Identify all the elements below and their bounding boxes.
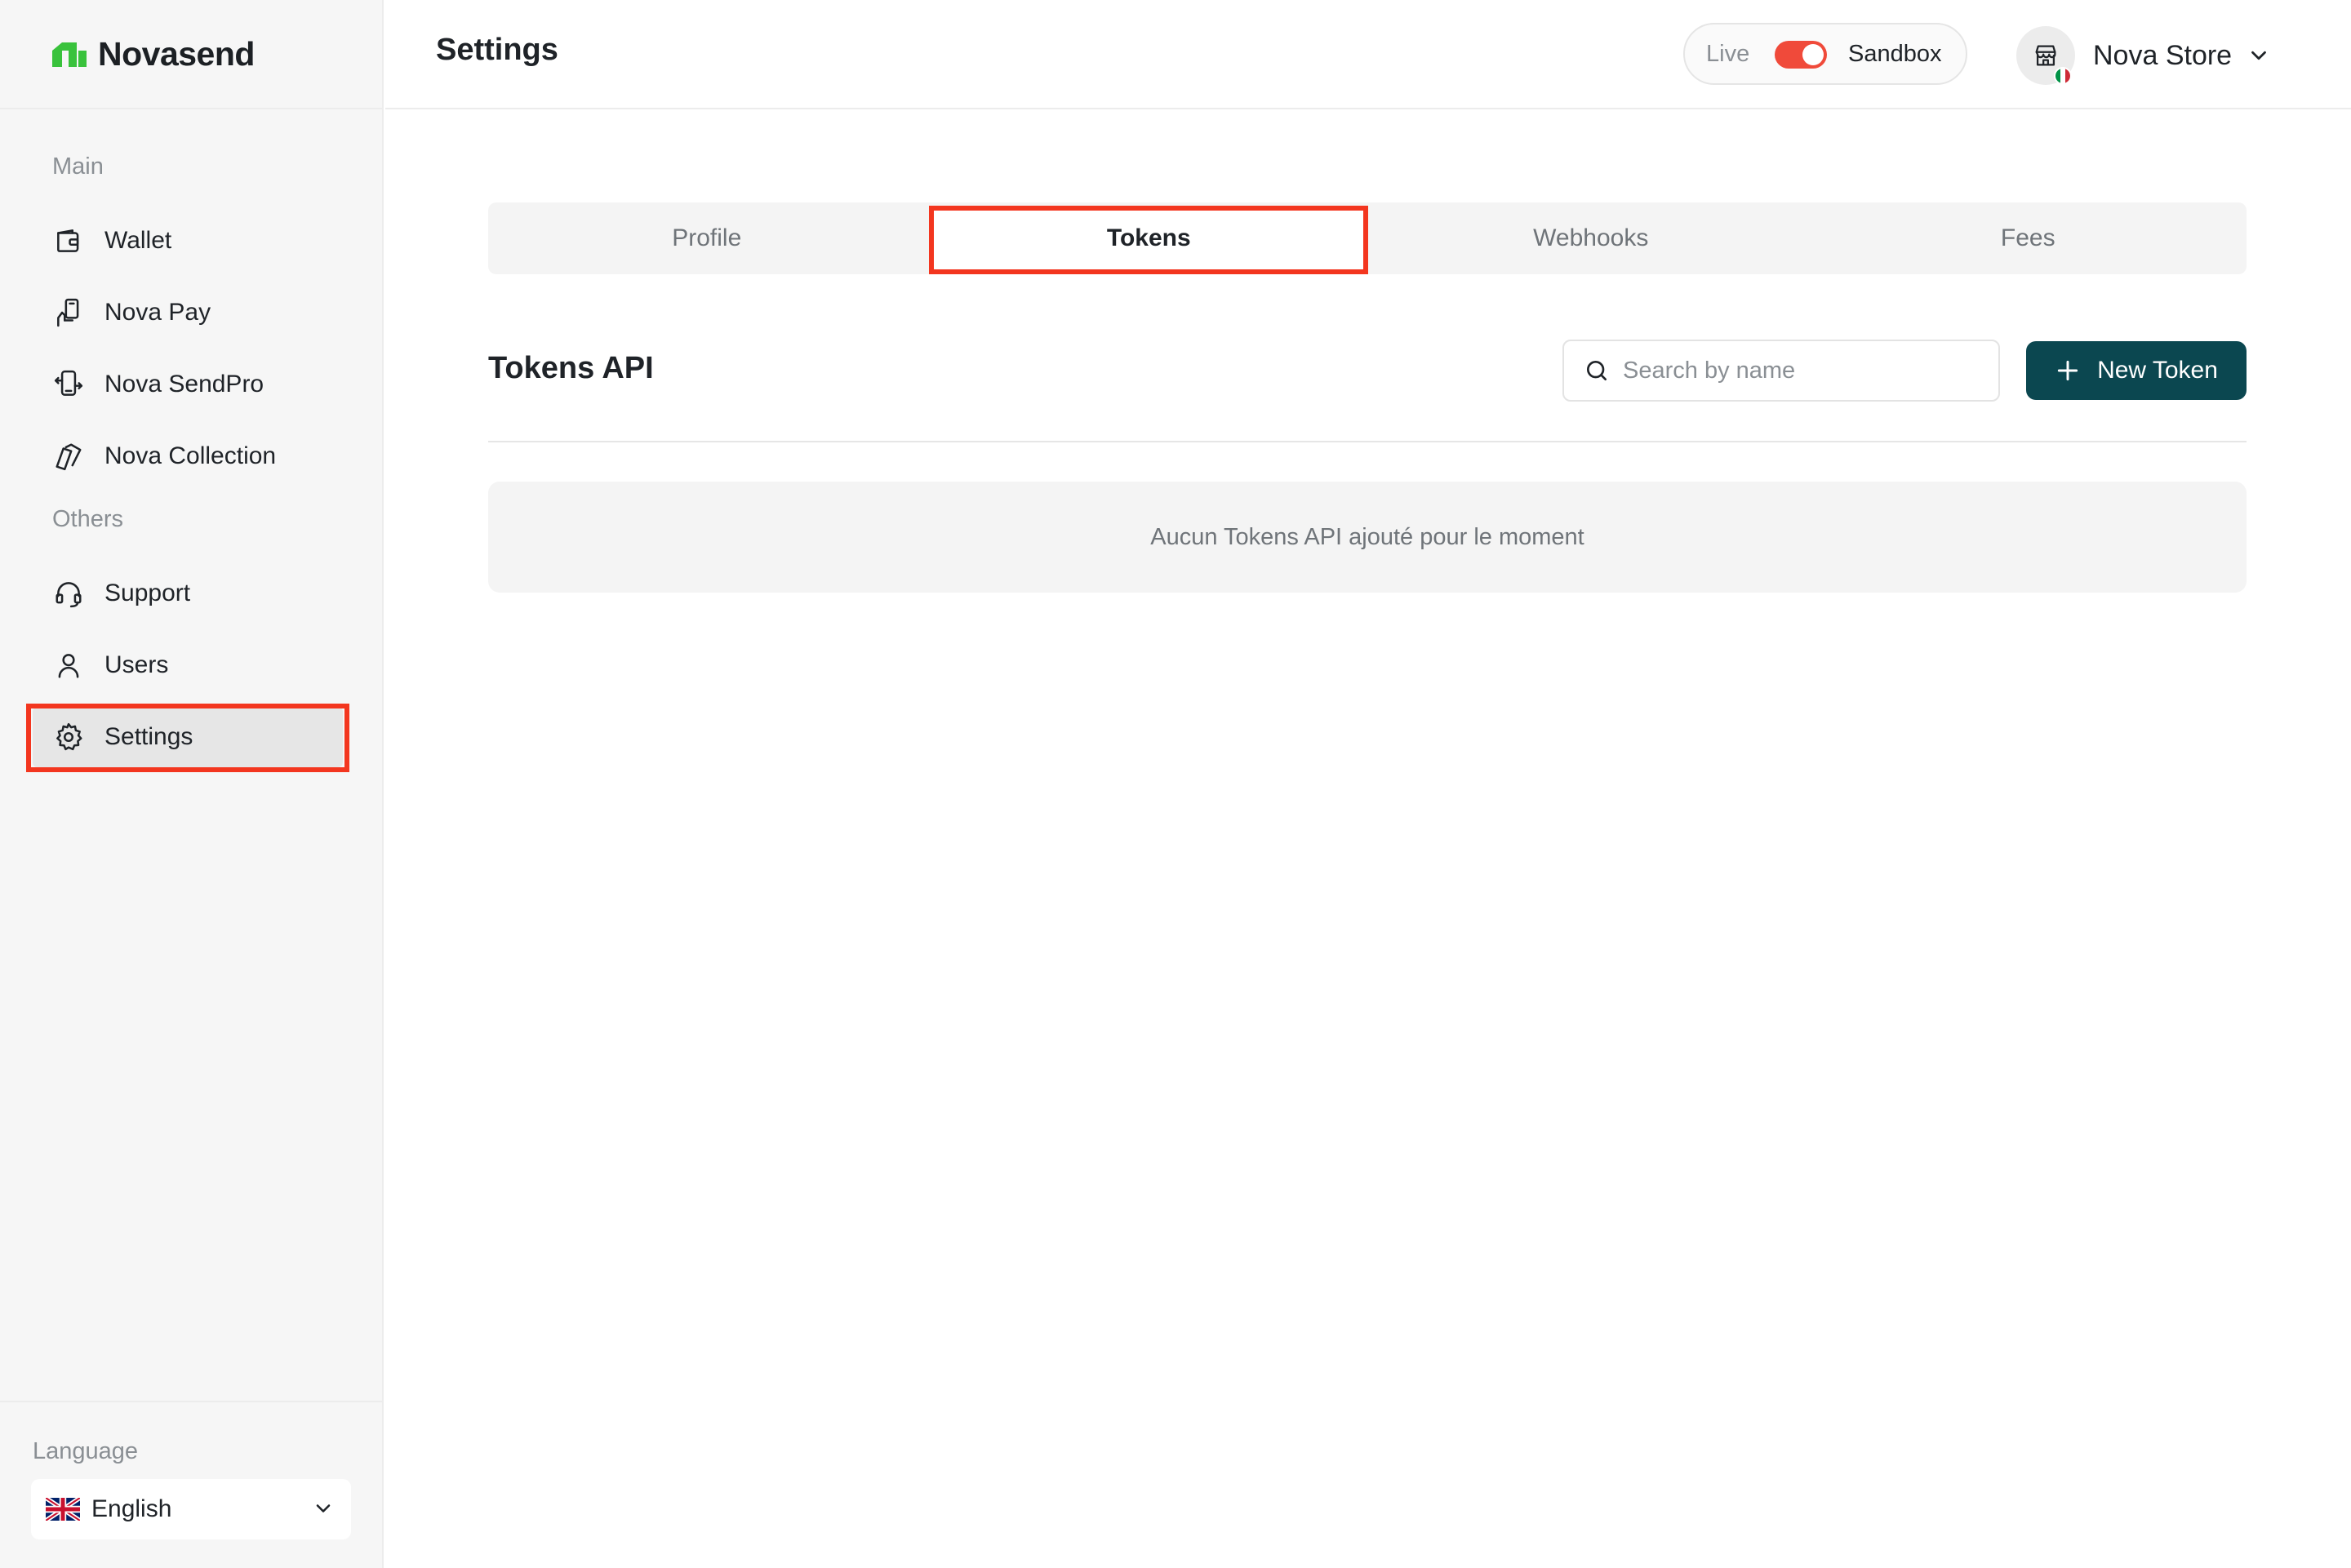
sidebar-item-nova-collection[interactable]: Nova Collection xyxy=(33,426,343,486)
language-label: Language xyxy=(33,1438,139,1464)
novasend-logo-icon xyxy=(52,42,87,67)
empty-state: Aucun Tokens API ajouté pour le moment xyxy=(488,482,2247,593)
language-select[interactable]: English xyxy=(31,1479,351,1539)
divider xyxy=(488,441,2247,442)
section-label-main: Main xyxy=(52,153,104,180)
sidebar-item-wallet[interactable]: Wallet xyxy=(33,211,343,271)
language-selected: English xyxy=(91,1495,172,1522)
search-box xyxy=(1562,340,2000,402)
sidebar-item-users[interactable]: Users xyxy=(33,635,343,695)
wallet-icon xyxy=(52,224,85,257)
cards-icon xyxy=(52,440,85,473)
italy-flag-icon xyxy=(2054,67,2072,85)
avatar xyxy=(2016,26,2075,85)
new-token-button[interactable]: New Token xyxy=(2026,341,2247,400)
user-icon xyxy=(52,649,85,682)
search-icon xyxy=(1587,361,1607,380)
transfer-icon xyxy=(52,368,85,401)
store-icon xyxy=(2035,45,2056,66)
env-switch-knob xyxy=(1802,44,1824,65)
sidebar-item-label: Users xyxy=(104,651,169,678)
empty-state-message: Aucun Tokens API ajouté pour le moment xyxy=(1150,523,1584,550)
tab-profile[interactable]: Profile xyxy=(488,202,926,274)
section-title: Tokens API xyxy=(488,351,654,385)
sidebar-item-label: Nova Collection xyxy=(104,442,277,469)
sidebar-item-support[interactable]: Support xyxy=(33,563,343,624)
brand-name: Novasend xyxy=(98,34,255,73)
brand[interactable]: Novasend xyxy=(0,0,384,109)
page-title: Settings xyxy=(436,33,558,67)
env-switch[interactable] xyxy=(1775,41,1827,69)
store-switcher[interactable]: Nova Store xyxy=(2016,24,2271,87)
plus-icon xyxy=(2057,360,2078,381)
env-sandbox-label[interactable]: Sandbox xyxy=(1848,41,1942,68)
uk-flag-icon xyxy=(46,1498,80,1521)
store-name: Nova Store xyxy=(2093,39,2233,71)
environment-toggle: Live Sandbox xyxy=(1683,23,1967,85)
tokens-tab-highlight-box xyxy=(929,206,1368,274)
app-root: Novasend Main Wallet Nova Pay Nova SendP… xyxy=(0,0,2351,1568)
headset-icon xyxy=(52,577,85,610)
sidebar-item-label: Nova Pay xyxy=(104,299,211,326)
sidebar-item-label: Nova SendPro xyxy=(104,371,264,398)
sidebar-item-label: Wallet xyxy=(104,227,172,254)
chevron-down-icon xyxy=(2251,51,2266,60)
env-live-label[interactable]: Live xyxy=(1706,41,1749,68)
tab-fees[interactable]: Fees xyxy=(1810,202,2247,274)
sidebar-item-label: Support xyxy=(104,580,191,606)
new-token-label: New Token xyxy=(2097,357,2218,384)
top-bar: Settings Live Sandbox Nova Store xyxy=(385,0,2351,109)
section-label-others: Others xyxy=(52,506,124,532)
search-input[interactable] xyxy=(1623,357,1982,384)
sidebar-item-nova-sendpro[interactable]: Nova SendPro xyxy=(33,354,343,415)
sidebar: Novasend Main Wallet Nova Pay Nova SendP… xyxy=(0,0,384,1568)
settings-highlight-box xyxy=(26,704,349,772)
sidebar-item-nova-pay[interactable]: Nova Pay xyxy=(33,282,343,343)
language-area: Language English xyxy=(0,1401,384,1568)
hand-pay-icon xyxy=(52,296,85,329)
chevron-down-icon xyxy=(316,1504,331,1512)
tab-webhooks[interactable]: Webhooks xyxy=(1372,202,1810,274)
